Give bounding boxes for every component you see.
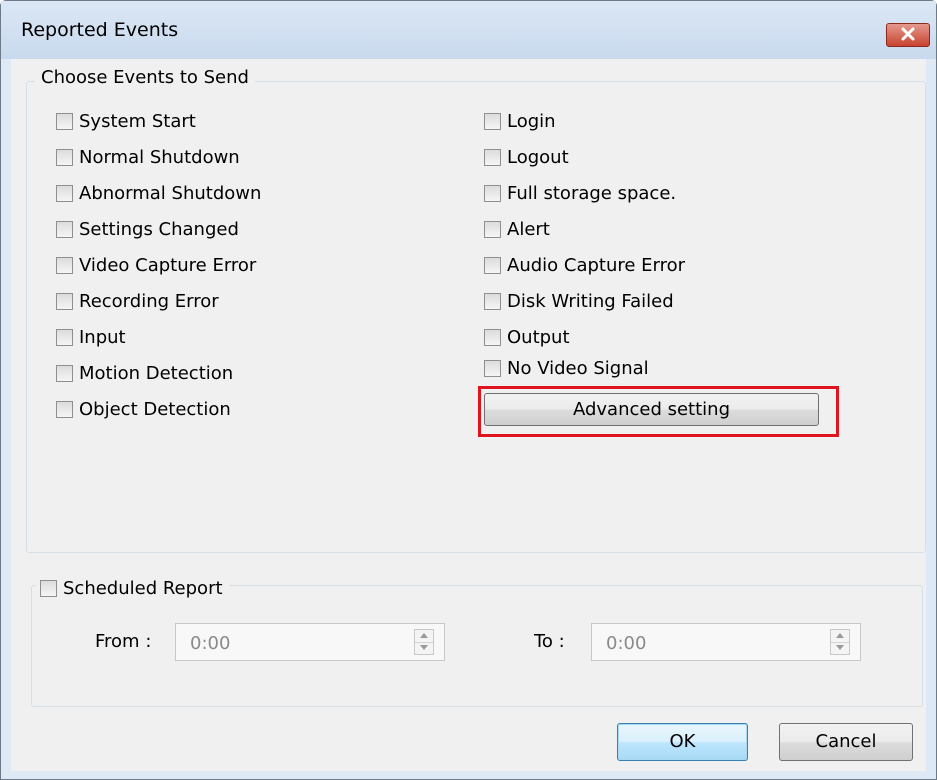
checkbox-abnormal-shutdown[interactable]: Abnormal Shutdown: [56, 180, 261, 206]
reported-events-dialog: Reported Events Choose Events to Send Sy…: [0, 0, 937, 780]
checkbox-object-detection[interactable]: Object Detection: [56, 396, 231, 422]
checkbox-box[interactable]: [56, 292, 73, 310]
checkbox-no-video-signal[interactable]: No Video Signal: [484, 355, 649, 381]
checkbox-box[interactable]: [56, 148, 73, 166]
checkbox-box[interactable]: [484, 328, 501, 346]
checkbox-input[interactable]: Input: [56, 324, 126, 350]
checkbox-label: Input: [79, 326, 126, 348]
from-label: From :: [95, 631, 152, 652]
checkbox-label: Scheduled Report: [63, 577, 223, 599]
checkbox-output[interactable]: Output: [484, 324, 570, 350]
checkbox-label: Settings Changed: [79, 218, 239, 240]
from-spinner[interactable]: [414, 629, 434, 655]
from-time-input[interactable]: 0:00: [175, 623, 445, 661]
events-group-legend: Choose Events to Send: [35, 67, 255, 88]
checkbox-box[interactable]: [484, 184, 501, 202]
checkbox-box[interactable]: [56, 400, 73, 418]
checkbox-box[interactable]: [56, 364, 73, 382]
to-spinner[interactable]: [830, 629, 850, 655]
cancel-button[interactable]: Cancel: [779, 723, 913, 761]
checkbox-box[interactable]: [40, 579, 57, 597]
checkbox-label: Logout: [507, 146, 569, 168]
checkbox-label: Alert: [507, 218, 550, 240]
close-button[interactable]: [886, 23, 930, 47]
checkbox-label: Output: [507, 326, 570, 348]
checkbox-logout[interactable]: Logout: [484, 144, 569, 170]
checkbox-label: Object Detection: [79, 398, 231, 420]
checkbox-scheduled-report[interactable]: Scheduled Report: [36, 575, 229, 601]
checkbox-label: No Video Signal: [507, 357, 649, 379]
checkbox-motion-detection[interactable]: Motion Detection: [56, 360, 233, 386]
from-spin-down[interactable]: [415, 642, 433, 654]
checkbox-box[interactable]: [484, 148, 501, 166]
checkbox-normal-shutdown[interactable]: Normal Shutdown: [56, 144, 240, 170]
window-title: Reported Events: [21, 19, 179, 41]
spin-up-icon: [836, 633, 844, 638]
close-icon: [901, 27, 915, 41]
dialog-client-area: Choose Events to Send System Start Norma…: [11, 59, 926, 771]
from-time-value: 0:00: [190, 633, 231, 654]
checkbox-label: Login: [507, 110, 556, 132]
checkbox-label: Normal Shutdown: [79, 146, 240, 168]
checkbox-full-storage-space[interactable]: Full storage space.: [484, 180, 676, 206]
title-bar[interactable]: Reported Events: [1, 1, 936, 59]
checkbox-box[interactable]: [484, 112, 501, 130]
checkbox-box[interactable]: [56, 328, 73, 346]
checkbox-video-capture-error[interactable]: Video Capture Error: [56, 252, 256, 278]
spin-up-icon: [420, 633, 428, 638]
checkbox-label: Disk Writing Failed: [507, 290, 674, 312]
checkbox-box[interactable]: [484, 220, 501, 238]
checkbox-label: Full storage space.: [507, 182, 677, 204]
spin-down-icon: [420, 645, 428, 650]
checkbox-label: Abnormal Shutdown: [79, 182, 262, 204]
checkbox-box[interactable]: [56, 112, 73, 130]
checkbox-box[interactable]: [56, 184, 73, 202]
to-time-value: 0:00: [606, 633, 647, 654]
spin-down-icon: [836, 645, 844, 650]
checkbox-system-start[interactable]: System Start: [56, 108, 196, 134]
checkbox-disk-writing-failed[interactable]: Disk Writing Failed: [484, 288, 674, 314]
checkbox-box[interactable]: [56, 220, 73, 238]
ok-button[interactable]: OK: [617, 723, 748, 761]
checkbox-box[interactable]: [484, 292, 501, 310]
checkbox-audio-capture-error[interactable]: Audio Capture Error: [484, 252, 685, 278]
checkbox-label: Video Capture Error: [79, 254, 257, 276]
checkbox-settings-changed[interactable]: Settings Changed: [56, 216, 239, 242]
advanced-setting-button[interactable]: Advanced setting: [484, 393, 819, 426]
checkbox-box[interactable]: [484, 359, 501, 377]
to-label: To :: [534, 631, 565, 652]
checkbox-box[interactable]: [56, 256, 73, 274]
checkbox-login[interactable]: Login: [484, 108, 556, 134]
checkbox-label: Recording Error: [79, 290, 219, 312]
to-time-input[interactable]: 0:00: [591, 623, 861, 661]
checkbox-box[interactable]: [484, 256, 501, 274]
checkbox-label: System Start: [79, 110, 196, 132]
checkbox-alert[interactable]: Alert: [484, 216, 550, 242]
checkbox-label: Audio Capture Error: [507, 254, 686, 276]
to-spin-down[interactable]: [831, 642, 849, 654]
checkbox-label: Motion Detection: [79, 362, 234, 384]
checkbox-recording-error[interactable]: Recording Error: [56, 288, 219, 314]
